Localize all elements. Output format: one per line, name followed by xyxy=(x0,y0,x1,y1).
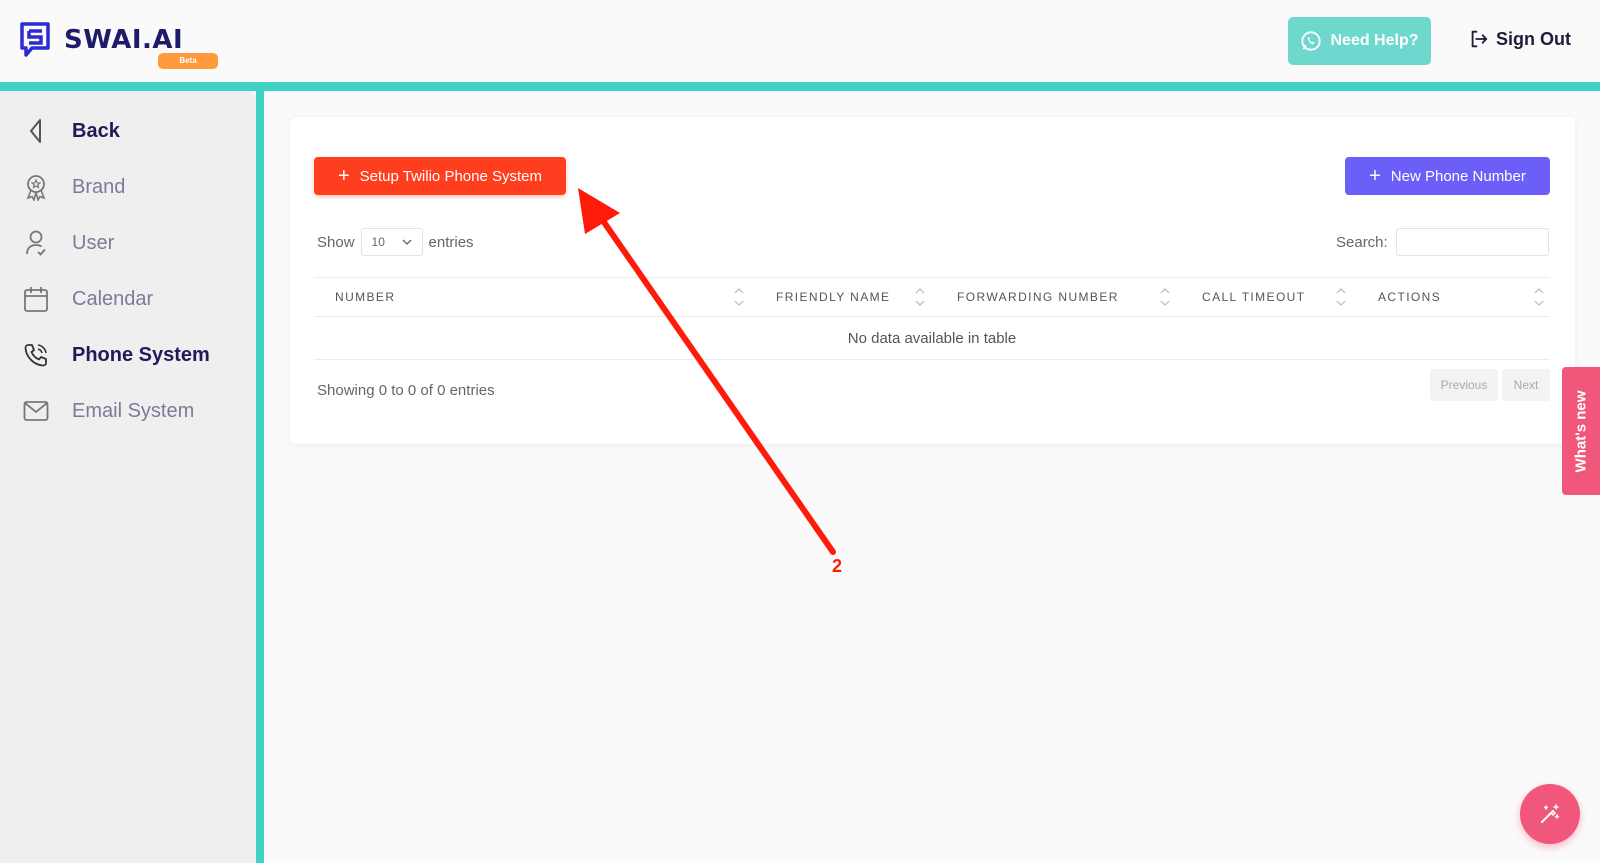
setup-twilio-button[interactable]: + Setup Twilio Phone System xyxy=(314,157,566,195)
whats-new-label: What's new xyxy=(1572,390,1590,472)
table-search: Search: xyxy=(1336,228,1549,256)
column-header-actions[interactable]: ACTIONS xyxy=(1378,278,1441,316)
magic-wand-icon xyxy=(1541,804,1560,823)
sidebar-item-label: Calendar xyxy=(72,287,154,310)
calendar-icon xyxy=(22,285,50,313)
page-length-select[interactable]: 10 xyxy=(360,228,423,256)
need-help-label: Need Help? xyxy=(1330,32,1419,49)
chevron-left-icon xyxy=(22,117,50,145)
beta-badge: Beta xyxy=(158,53,218,69)
page-length-value: 10 xyxy=(371,235,385,249)
sidebar-item-calendar[interactable]: Calendar xyxy=(22,285,153,313)
phone-icon xyxy=(22,341,50,369)
sort-icon[interactable] xyxy=(734,286,744,308)
new-phone-number-label: New Phone Number xyxy=(1390,167,1526,185)
sign-out-label: Sign Out xyxy=(1496,28,1571,49)
magic-wand-fab[interactable] xyxy=(1520,784,1580,844)
column-header-call-timeout[interactable]: CALL TIMEOUT xyxy=(1202,278,1305,316)
sign-out-button[interactable]: Sign Out xyxy=(1468,28,1571,50)
plus-icon: + xyxy=(1369,165,1381,187)
sort-icon[interactable] xyxy=(1534,286,1544,308)
column-header-friendly-name[interactable]: FRIENDLY NAME xyxy=(776,278,890,316)
sidebar-item-label: User xyxy=(72,231,115,254)
logo-mark-icon xyxy=(20,22,50,57)
sidebar-item-user[interactable]: User xyxy=(22,229,114,257)
brand-logo[interactable]: SWAI.AI xyxy=(20,22,183,58)
annotation-label: 2 xyxy=(832,556,843,576)
column-header-number[interactable]: NUMBER xyxy=(335,278,395,316)
table-header: NUMBER FRIENDLY NAME FORWARDING NUMBER C… xyxy=(314,277,1550,317)
plus-icon: + xyxy=(337,165,350,187)
sidebar-item-email-system[interactable]: Email System xyxy=(22,397,194,425)
award-icon xyxy=(22,173,50,201)
search-input[interactable] xyxy=(1395,228,1549,256)
mail-icon xyxy=(22,397,50,425)
search-label: Search: xyxy=(1336,233,1388,251)
user-icon xyxy=(22,229,50,257)
previous-page-button[interactable]: Previous xyxy=(1430,369,1498,401)
next-page-button[interactable]: Next xyxy=(1502,369,1550,401)
entries-label: entries xyxy=(428,233,474,251)
logout-icon xyxy=(1471,30,1488,48)
page-length-control: Show 10 entries xyxy=(317,228,474,256)
whats-new-tab[interactable]: What's new xyxy=(1562,367,1600,495)
sidebar-item-brand[interactable]: Brand xyxy=(22,173,125,201)
need-help-button[interactable]: Need Help? xyxy=(1288,17,1431,65)
sidebar-item-phone-system[interactable]: Phone System xyxy=(22,341,210,369)
sort-icon[interactable] xyxy=(1160,286,1170,308)
table-info: Showing 0 to 0 of 0 entries xyxy=(317,382,495,399)
show-label: Show xyxy=(317,233,355,251)
header-accent-bar xyxy=(0,82,1600,91)
brand-name: SWAI.AI xyxy=(64,25,184,55)
sidebar xyxy=(0,91,256,863)
sidebar-item-label: Phone System xyxy=(72,343,210,366)
sidebar-item-label: Email System xyxy=(72,399,195,422)
column-header-forwarding-number[interactable]: FORWARDING NUMBER xyxy=(957,278,1119,316)
top-header: SWAI.AI Beta Need Help? Sign Out xyxy=(0,0,1600,82)
new-phone-number-button[interactable]: + New Phone Number xyxy=(1345,157,1550,195)
whatsapp-icon xyxy=(1301,31,1322,51)
chevron-down-icon xyxy=(402,239,412,245)
sidebar-item-label: Brand xyxy=(72,175,126,198)
sidebar-divider xyxy=(256,91,264,863)
setup-twilio-label: Setup Twilio Phone System xyxy=(359,167,542,185)
sidebar-item-back[interactable]: Back xyxy=(22,117,120,145)
table-empty-row: No data available in table xyxy=(314,317,1550,360)
sidebar-item-label: Back xyxy=(72,119,120,142)
sort-icon[interactable] xyxy=(915,286,925,308)
sort-icon[interactable] xyxy=(1336,286,1346,308)
